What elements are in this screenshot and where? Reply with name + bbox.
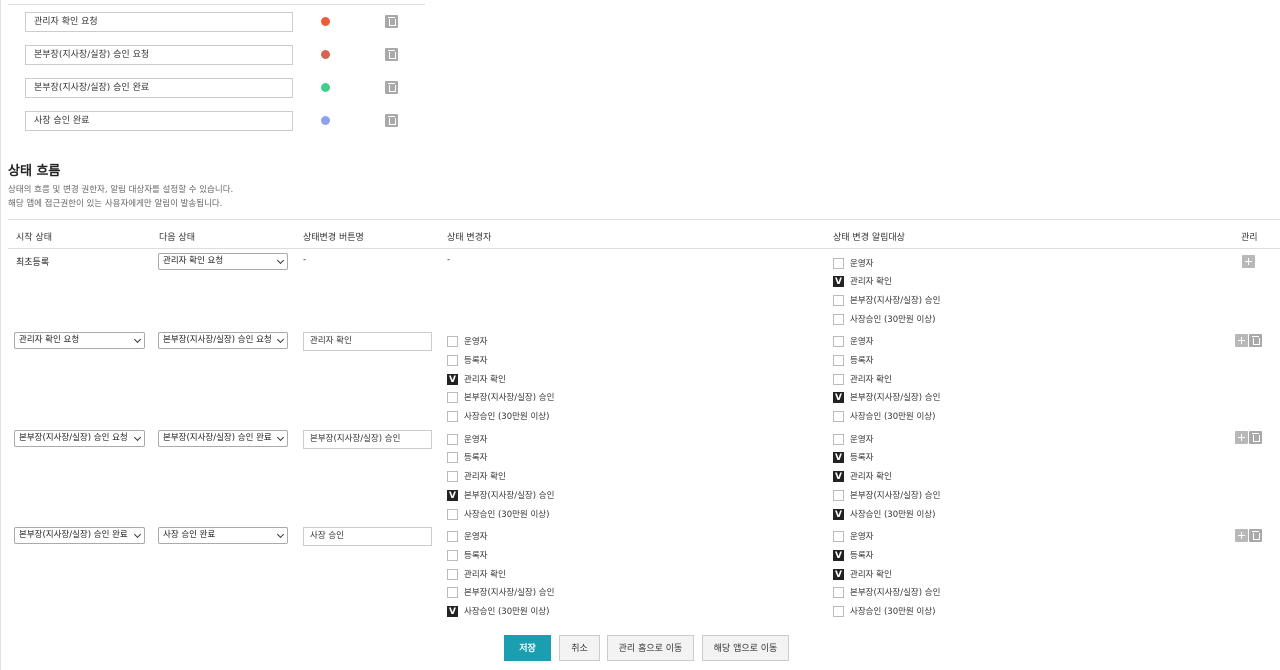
row-actions: [1235, 431, 1262, 444]
start-status-text: 최초등록: [16, 258, 50, 268]
status-color-dot[interactable]: [321, 116, 330, 125]
button-name-empty: -: [303, 255, 307, 265]
next-status-select[interactable]: 사장 승인 완료: [158, 527, 288, 544]
notify-checkbox[interactable]: 운영자: [833, 258, 873, 270]
notify-checkbox[interactable]: 등록자: [833, 355, 873, 367]
status-color-dot[interactable]: [321, 83, 330, 92]
cancel-button[interactable]: 취소: [559, 635, 600, 661]
trash-icon[interactable]: [385, 114, 398, 127]
top-divider: [8, 4, 425, 5]
notify-checkbox[interactable]: 운영자: [833, 434, 873, 446]
notify-checkbox[interactable]: 사장승인 (30만원 이상): [833, 314, 935, 326]
status-name-input[interactable]: 관리자 확인 요청: [25, 12, 293, 32]
trash-icon[interactable]: [385, 81, 398, 94]
status-name-input[interactable]: 사장 승인 완료: [25, 111, 293, 131]
column-header-changer: 상태 변경자: [447, 233, 492, 243]
changer-checkbox[interactable]: 등록자: [447, 452, 487, 464]
changer-checkbox[interactable]: 사장승인 (30만원 이상): [447, 411, 549, 423]
column-header-button: 상태변경 버튼명: [303, 233, 364, 243]
add-icon[interactable]: [1235, 431, 1248, 444]
trash-icon[interactable]: [1249, 431, 1262, 444]
notify-checkbox[interactable]: 본부장(지사장/실장) 승인: [833, 295, 940, 307]
changer-checkbox[interactable]: 등록자: [447, 355, 487, 367]
row-actions: [1235, 529, 1262, 542]
column-header-start: 시작 상태: [16, 233, 52, 243]
notify-checkbox[interactable]: 등록자: [833, 452, 873, 464]
section-description: 상태의 흐름 및 변경 권한자, 알림 대상자를 설정할 수 있습니다.: [8, 185, 234, 195]
trash-icon[interactable]: [385, 48, 398, 61]
notify-checkbox[interactable]: 관리자 확인: [833, 276, 892, 288]
notify-checkbox[interactable]: 본부장(지사장/실장) 승인: [833, 587, 940, 599]
manage-home-button[interactable]: 관리 홈으로 이동: [607, 635, 694, 661]
changer-checkbox[interactable]: 관리자 확인: [447, 374, 506, 386]
notify-checkbox[interactable]: 사장승인 (30만원 이상): [833, 411, 935, 423]
changer-empty: -: [447, 255, 451, 265]
status-name-input[interactable]: 본부장(지사장/실장) 승인 요청: [25, 45, 293, 65]
section-description: 해당 앱에 접근권한이 있는 사용자에게만 알림이 발송됩니다.: [8, 199, 223, 209]
changer-checkbox[interactable]: 사장승인 (30만원 이상): [447, 509, 549, 521]
row-actions: [1242, 255, 1255, 268]
status-name-input[interactable]: 본부장(지사장/실장) 승인 완료: [25, 78, 293, 98]
status-color-dot[interactable]: [321, 50, 330, 59]
save-button[interactable]: 저장: [504, 635, 551, 661]
start-status-select[interactable]: 본부장(지사장/실장) 승인 요청: [14, 430, 145, 447]
button-name-input[interactable]: 관리자 확인: [303, 332, 432, 351]
notify-checkbox[interactable]: 사장승인 (30만원 이상): [833, 606, 935, 618]
notify-checkbox[interactable]: 사장승인 (30만원 이상): [833, 509, 935, 521]
next-status-select[interactable]: 본부장(지사장/실장) 승인 완료: [158, 430, 288, 447]
column-header-next: 다음 상태: [159, 233, 195, 243]
notify-checkbox[interactable]: 등록자: [833, 550, 873, 562]
button-name-input[interactable]: 본부장(지사장/실장) 승인: [303, 430, 432, 449]
button-name-input[interactable]: 사장 승인: [303, 527, 432, 546]
add-icon[interactable]: [1235, 529, 1248, 542]
section-title: 상태 흐름: [8, 164, 61, 179]
trash-icon[interactable]: [1249, 529, 1262, 542]
column-header-manage: 관리: [1241, 233, 1258, 243]
notify-checkbox[interactable]: 본부장(지사장/실장) 승인: [833, 392, 940, 404]
table-top-divider: [8, 219, 1280, 220]
notify-checkbox[interactable]: 관리자 확인: [833, 569, 892, 581]
notify-checkbox[interactable]: 운영자: [833, 531, 873, 543]
add-icon[interactable]: [1235, 334, 1248, 347]
changer-checkbox[interactable]: 본부장(지사장/실장) 승인: [447, 392, 554, 404]
add-icon[interactable]: [1242, 255, 1255, 268]
changer-checkbox[interactable]: 운영자: [447, 434, 487, 446]
next-status-select[interactable]: 본부장(지사장/실장) 승인 요청: [158, 332, 288, 349]
column-header-notify: 상태 변경 알림대상: [833, 233, 905, 243]
notify-checkbox[interactable]: 운영자: [833, 336, 873, 348]
header-divider: [8, 248, 1280, 249]
start-status-select[interactable]: 본부장(지사장/실장) 승인 완료: [14, 527, 145, 544]
start-status-select[interactable]: 관리자 확인 요청: [14, 332, 145, 349]
notify-checkbox[interactable]: 관리자 확인: [833, 471, 892, 483]
go-to-app-button[interactable]: 해당 앱으로 이동: [702, 635, 789, 661]
notify-checkbox[interactable]: 관리자 확인: [833, 374, 892, 386]
changer-checkbox[interactable]: 관리자 확인: [447, 471, 506, 483]
changer-checkbox[interactable]: 운영자: [447, 531, 487, 543]
changer-checkbox[interactable]: 운영자: [447, 336, 487, 348]
changer-checkbox[interactable]: 관리자 확인: [447, 569, 506, 581]
changer-checkbox[interactable]: 본부장(지사장/실장) 승인: [447, 490, 554, 502]
changer-checkbox[interactable]: 본부장(지사장/실장) 승인: [447, 587, 554, 599]
trash-icon[interactable]: [385, 15, 398, 28]
trash-icon[interactable]: [1249, 334, 1262, 347]
row-actions: [1235, 334, 1262, 347]
notify-checkbox[interactable]: 본부장(지사장/실장) 승인: [833, 490, 940, 502]
status-color-dot[interactable]: [321, 17, 330, 26]
changer-checkbox[interactable]: 사장승인 (30만원 이상): [447, 606, 549, 618]
changer-checkbox[interactable]: 등록자: [447, 550, 487, 562]
left-border: [0, 0, 1, 670]
next-status-select[interactable]: 관리자 확인 요청: [158, 253, 288, 270]
